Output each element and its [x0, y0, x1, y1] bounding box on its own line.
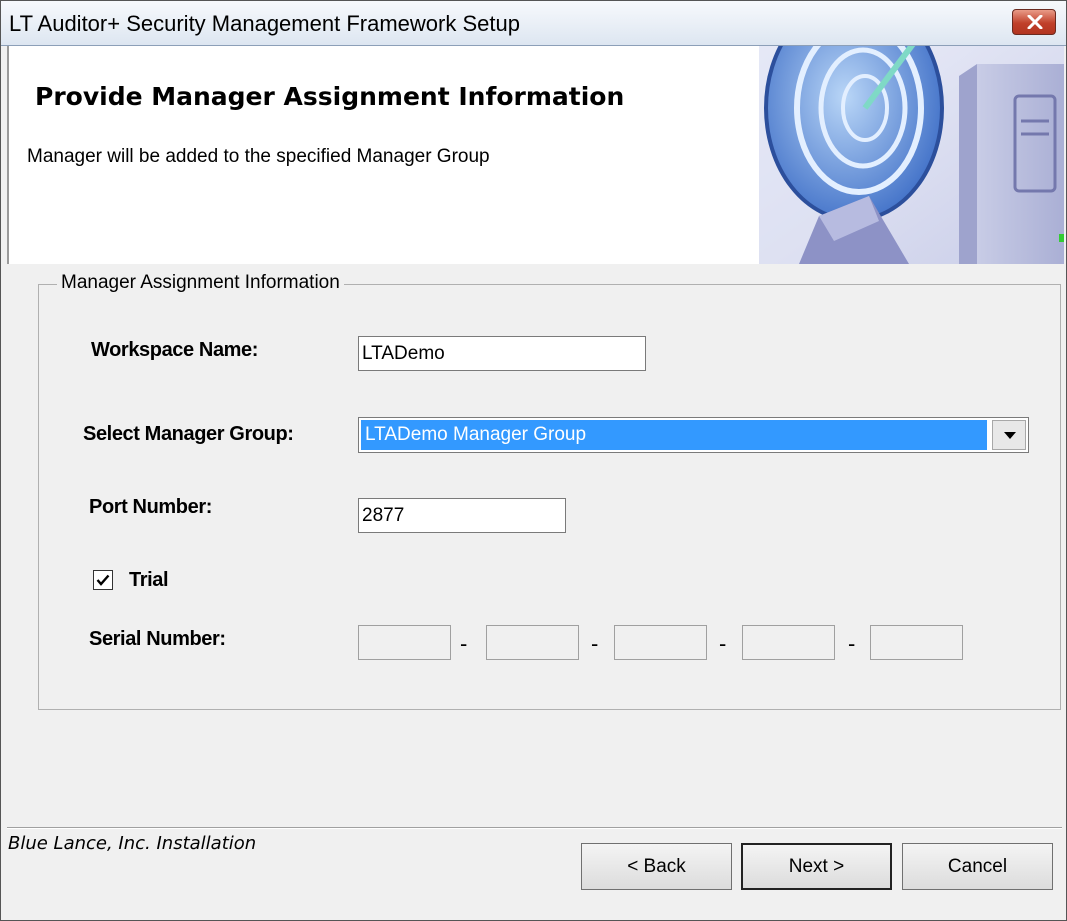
serial-segment-5[interactable] — [870, 625, 963, 660]
back-button[interactable]: < Back — [581, 843, 732, 890]
serial-number-label: Serial Number: — [89, 628, 226, 650]
close-button[interactable] — [1012, 9, 1056, 35]
checkmark-icon — [96, 574, 110, 586]
installer-branding: Blue Lance, Inc. Installation — [8, 833, 257, 854]
trial-label: Trial — [129, 569, 169, 591]
serial-segment-2[interactable] — [486, 625, 579, 660]
workspace-name-input[interactable]: LTADemo — [358, 336, 646, 371]
port-number-label: Port Number: — [89, 496, 212, 518]
serial-separator: - — [460, 631, 468, 656]
window-title: LT Auditor+ Security Management Framewor… — [9, 11, 520, 36]
footer-divider — [7, 827, 1062, 829]
groupbox-legend: Manager Assignment Information — [57, 272, 344, 294]
serial-separator: - — [848, 631, 856, 656]
serial-segment-3[interactable] — [614, 625, 707, 660]
title-bar[interactable]: LT Auditor+ Security Management Framewor… — [1, 1, 1066, 46]
chevron-down-icon — [1004, 432, 1016, 439]
next-button[interactable]: Next > — [741, 843, 892, 890]
page-subtitle: Manager will be added to the specified M… — [27, 146, 490, 167]
radar-dish-graphic — [759, 46, 1064, 264]
serial-separator: - — [591, 631, 599, 656]
manager-group-selected-value: LTADemo Manager Group — [361, 420, 987, 450]
manager-group-select[interactable]: LTADemo Manager Group — [358, 417, 1029, 453]
port-number-input[interactable]: 2877 — [358, 498, 566, 533]
dropdown-button[interactable] — [992, 420, 1026, 450]
serial-separator: - — [719, 631, 727, 656]
trial-checkbox[interactable] — [93, 570, 113, 590]
serial-segment-4[interactable] — [742, 625, 835, 660]
serial-segment-1[interactable] — [358, 625, 451, 660]
cancel-button[interactable]: Cancel — [902, 843, 1053, 890]
workspace-name-label: Workspace Name: — [91, 339, 259, 361]
close-icon — [1027, 15, 1043, 29]
setup-window: LT Auditor+ Security Management Framewor… — [0, 0, 1067, 921]
page-title: Provide Manager Assignment Information — [35, 82, 625, 111]
manager-group-label: Select Manager Group: — [83, 423, 294, 445]
wizard-header: Provide Manager Assignment Information M… — [7, 46, 1064, 264]
